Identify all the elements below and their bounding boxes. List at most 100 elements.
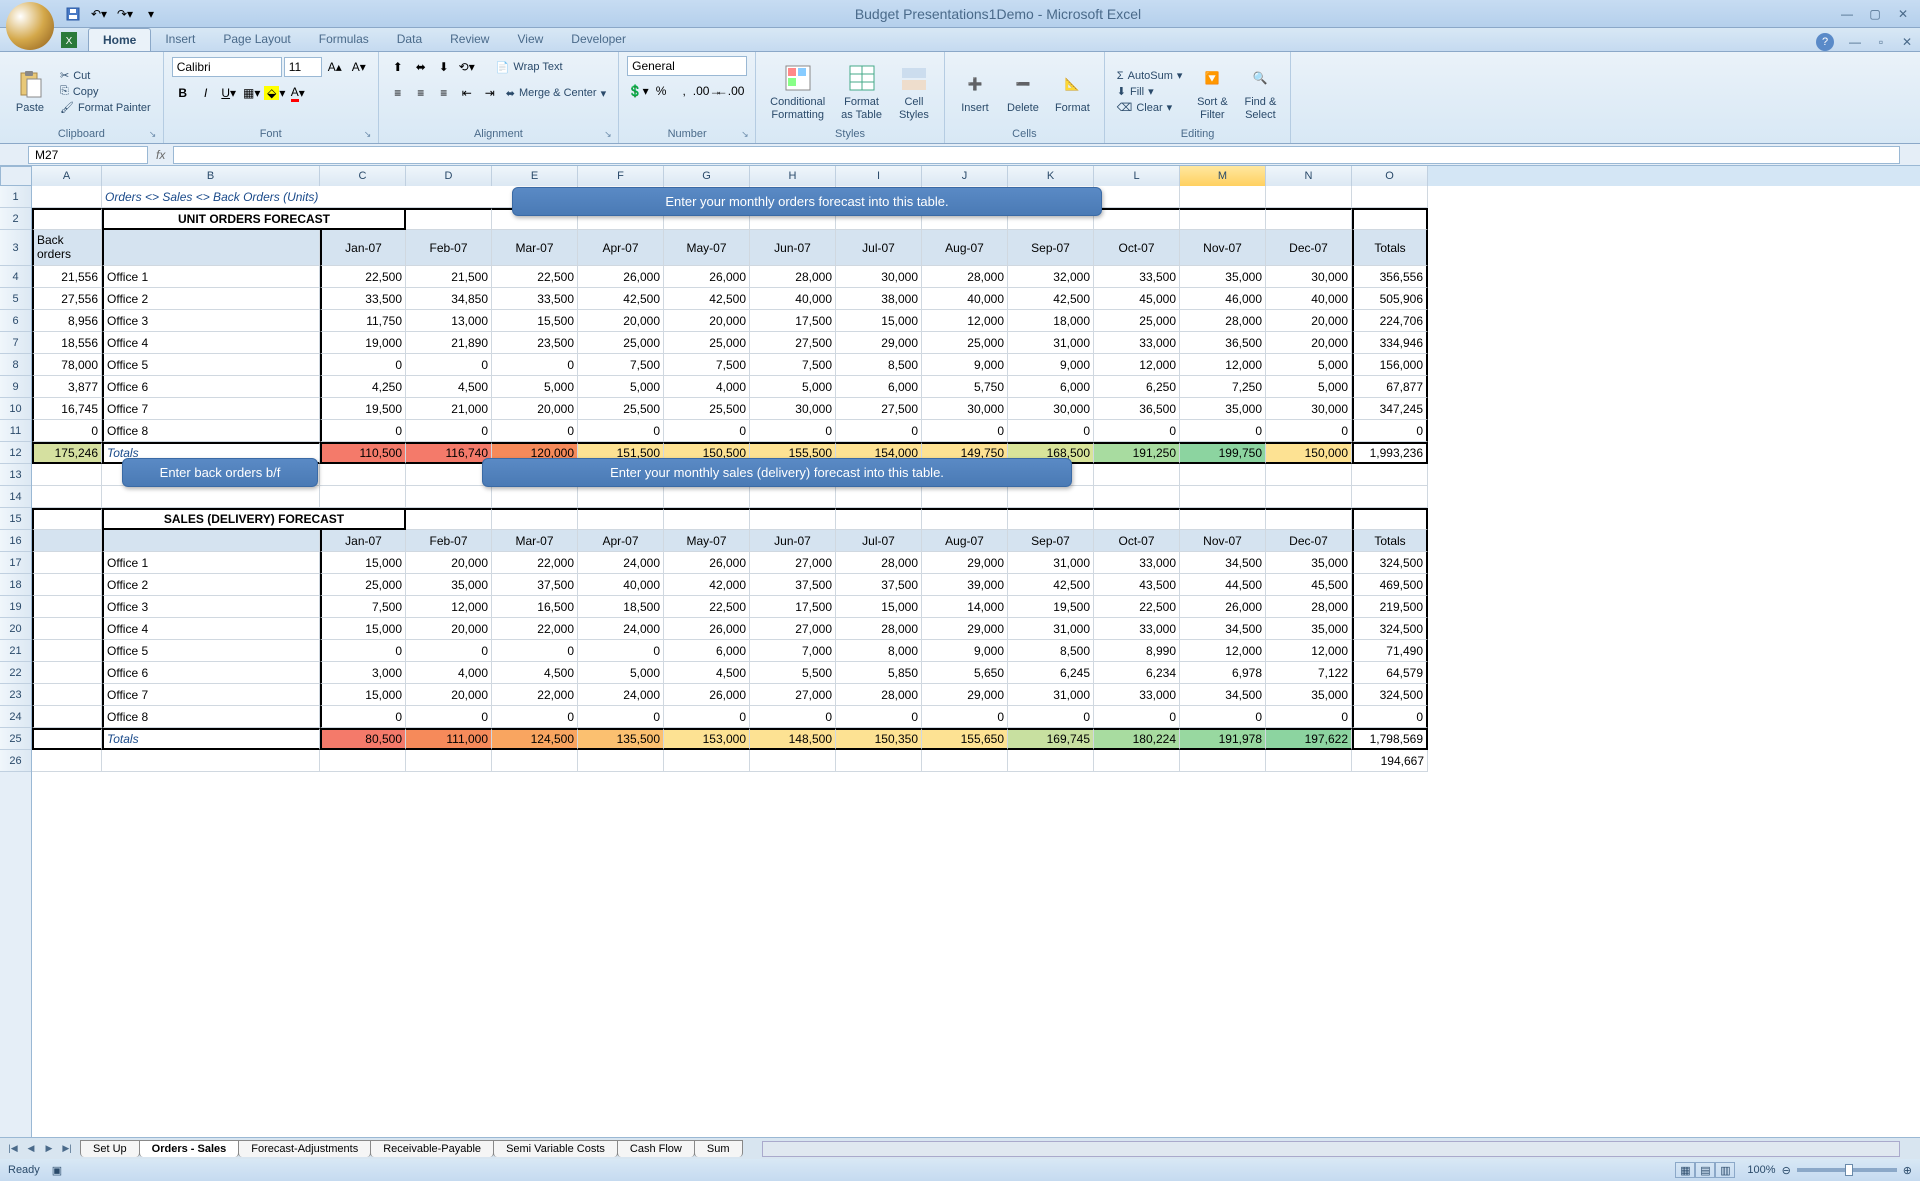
cell[interactable]: Nov-07 xyxy=(1180,530,1266,552)
cell[interactable]: 32,000 xyxy=(1008,266,1094,288)
insert-cells-button[interactable]: ➕Insert xyxy=(953,66,997,116)
cell[interactable]: 219,500 xyxy=(1352,596,1428,618)
cell[interactable]: 24,000 xyxy=(578,552,664,574)
sheet-tab-sum[interactable]: Sum xyxy=(694,1140,743,1157)
cell[interactable]: 0 xyxy=(1094,706,1180,728)
cell[interactable]: 156,000 xyxy=(1352,354,1428,376)
cell[interactable]: Dec-07 xyxy=(1266,530,1352,552)
row-header-6[interactable]: 6 xyxy=(0,310,31,332)
cell[interactable]: 6,245 xyxy=(1008,662,1094,684)
prev-sheet-button[interactable]: ◀ xyxy=(22,1140,40,1158)
cell[interactable]: 46,000 xyxy=(1180,288,1266,310)
cell[interactable]: Jan-07 xyxy=(320,230,406,266)
cell[interactable]: 116,740 xyxy=(406,442,492,464)
merge-center-button[interactable]: ⬌Merge & Center▾ xyxy=(502,82,610,104)
decrease-font-icon[interactable]: A▾ xyxy=(348,56,370,78)
cell[interactable]: 67,877 xyxy=(1352,376,1428,398)
zoom-out-button[interactable]: ⊖ xyxy=(1782,1164,1791,1177)
orientation-icon[interactable]: ⟲▾ xyxy=(456,56,478,78)
undo-icon[interactable]: ↶▾ xyxy=(88,3,110,25)
cell[interactable] xyxy=(406,750,492,772)
cell[interactable]: 0 xyxy=(1352,706,1428,728)
cell[interactable] xyxy=(32,530,102,552)
cell[interactable]: 135,500 xyxy=(578,728,664,750)
cell[interactable] xyxy=(836,486,922,508)
zoom-level[interactable]: 100% xyxy=(1747,1164,1775,1176)
cell[interactable]: 33,000 xyxy=(1094,332,1180,354)
cell[interactable]: 0 xyxy=(578,420,664,442)
row-header-5[interactable]: 5 xyxy=(0,288,31,310)
cell[interactable]: 191,978 xyxy=(1180,728,1266,750)
row-header-13[interactable]: 13 xyxy=(0,464,31,486)
cell[interactable]: 80,500 xyxy=(320,728,406,750)
cell[interactable]: 5,000 xyxy=(578,376,664,398)
col-header-H[interactable]: H xyxy=(750,166,836,186)
paste-button[interactable]: Paste xyxy=(8,66,52,116)
cell[interactable]: 34,500 xyxy=(1180,618,1266,640)
align-left-icon[interactable]: ≡ xyxy=(387,82,409,104)
cell[interactable]: 20,000 xyxy=(1266,332,1352,354)
cell[interactable]: Office 2 xyxy=(102,288,320,310)
cell[interactable]: 0 xyxy=(492,706,578,728)
select-all-corner[interactable] xyxy=(0,166,32,186)
cell[interactable]: Office 4 xyxy=(102,618,320,640)
cell[interactable] xyxy=(32,662,102,684)
cell[interactable]: 324,500 xyxy=(1352,684,1428,706)
autosum-button[interactable]: Σ AutoSum▾ xyxy=(1113,68,1187,83)
cell[interactable]: 0 xyxy=(1008,706,1094,728)
alignment-launcher[interactable]: ↘ xyxy=(604,129,616,141)
cell[interactable] xyxy=(1094,508,1180,530)
cell[interactable] xyxy=(1008,486,1094,508)
clear-button[interactable]: ⌫ Clear▾ xyxy=(1113,100,1187,115)
cell[interactable]: Office 3 xyxy=(102,596,320,618)
cell[interactable]: 6,234 xyxy=(1094,662,1180,684)
cell[interactable]: 35,000 xyxy=(406,574,492,596)
redo-icon[interactable]: ↷▾ xyxy=(114,3,136,25)
cell[interactable]: 33,000 xyxy=(1094,684,1180,706)
cell[interactable]: 110,500 xyxy=(320,442,406,464)
cell[interactable]: 0 xyxy=(1180,420,1266,442)
cell[interactable]: 14,000 xyxy=(922,596,1008,618)
cell[interactable]: 0 xyxy=(32,420,102,442)
cell[interactable]: 3,877 xyxy=(32,376,102,398)
cell[interactable] xyxy=(32,706,102,728)
cell[interactable]: 27,500 xyxy=(836,398,922,420)
qat-customize-icon[interactable]: ▾ xyxy=(140,3,162,25)
fill-button[interactable]: ⬇ Fill▾ xyxy=(1113,84,1187,99)
col-header-B[interactable]: B xyxy=(102,166,320,186)
cell[interactable]: 6,250 xyxy=(1094,376,1180,398)
cell[interactable]: 25,000 xyxy=(922,332,1008,354)
cell[interactable] xyxy=(406,464,492,486)
col-header-G[interactable]: G xyxy=(664,166,750,186)
font-launcher[interactable]: ↘ xyxy=(364,129,376,141)
cell[interactable]: 20,000 xyxy=(578,310,664,332)
doc-close-button[interactable]: ✕ xyxy=(1894,33,1920,51)
cell[interactable]: 27,000 xyxy=(750,618,836,640)
cell[interactable]: 28,000 xyxy=(922,266,1008,288)
cell[interactable]: 26,000 xyxy=(664,266,750,288)
cell[interactable]: Office 8 xyxy=(102,706,320,728)
cell[interactable] xyxy=(32,552,102,574)
cell[interactable]: 22,500 xyxy=(492,266,578,288)
zoom-slider[interactable] xyxy=(1797,1168,1897,1172)
macro-record-icon[interactable]: ▣ xyxy=(52,1164,62,1177)
row-header-26[interactable]: 26 xyxy=(0,750,31,772)
cell[interactable] xyxy=(320,464,406,486)
cell[interactable]: 42,000 xyxy=(664,574,750,596)
cell[interactable]: 21,556 xyxy=(32,266,102,288)
cut-button[interactable]: ✂Cut xyxy=(56,68,155,83)
cell[interactable]: 33,000 xyxy=(1094,552,1180,574)
cell[interactable]: 5,650 xyxy=(922,662,1008,684)
cell[interactable]: 356,556 xyxy=(1352,266,1428,288)
sheet-tab-orders---sales[interactable]: Orders - Sales xyxy=(139,1140,240,1157)
decrease-decimal-icon[interactable]: ←.00 xyxy=(719,80,741,102)
tab-page-layout[interactable]: Page Layout xyxy=(209,28,304,51)
cell[interactable]: 16,500 xyxy=(492,596,578,618)
cell[interactable]: Feb-07 xyxy=(406,230,492,266)
cell[interactable]: 194,667 xyxy=(1352,750,1428,772)
cell[interactable]: 29,000 xyxy=(922,684,1008,706)
cell[interactable] xyxy=(492,750,578,772)
cell[interactable] xyxy=(1180,508,1266,530)
cell[interactable] xyxy=(664,508,750,530)
cell[interactable]: 26,000 xyxy=(664,552,750,574)
